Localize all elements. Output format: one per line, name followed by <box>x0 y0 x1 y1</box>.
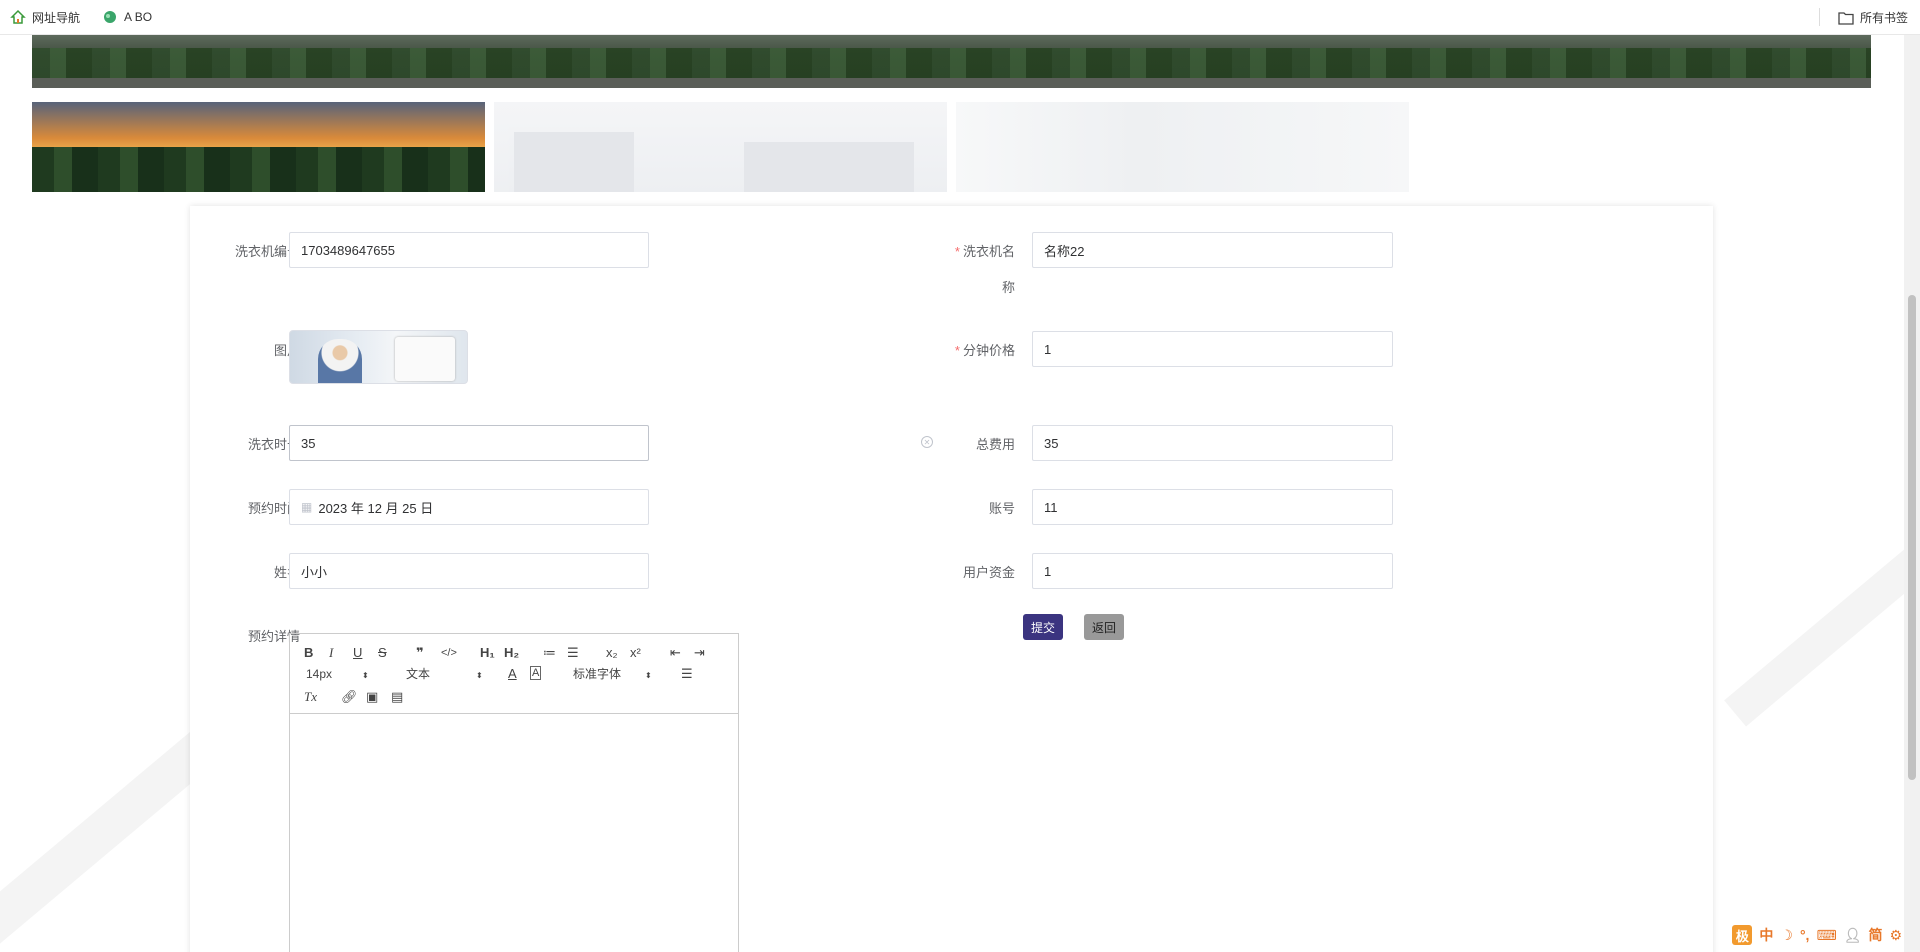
leaf-icon <box>102 9 118 25</box>
account-input[interactable]: 11 <box>1032 489 1393 525</box>
user-funds-label: 用户资金 <box>962 565 1015 580</box>
rich-text-editor: B I U S ❞ </> H₁ H₂ ≔ ☰ x₂ x² ⇤ ⇥ 14px ⬍ … <box>289 633 739 952</box>
ordered-list-icon[interactable]: ≔ <box>543 645 556 661</box>
account-label: 账号 <box>988 501 1015 516</box>
indent-icon[interactable]: ⇥ <box>694 645 705 661</box>
h2-button[interactable]: H₂ <box>504 645 519 661</box>
underline-button[interactable]: U <box>353 645 362 661</box>
punctuation-icon[interactable]: °, <box>1800 927 1810 943</box>
details-label: 预约详情 <box>247 629 300 644</box>
editor-content-area[interactable] <box>290 714 738 952</box>
price-input[interactable]: 1 <box>1032 331 1393 367</box>
submit-button[interactable]: 提交 <box>1023 614 1064 640</box>
outdent-icon[interactable]: ⇤ <box>670 645 681 661</box>
price-label: * 分钟价格 <box>954 343 1015 358</box>
h1-button[interactable]: H₁ <box>480 645 495 661</box>
bookmark-label: A BO <box>124 10 153 24</box>
folder-icon <box>1838 11 1854 25</box>
background-color-icon[interactable]: A <box>530 666 542 680</box>
header-select[interactable]: 文本 ⬍ <box>406 666 483 684</box>
all-bookmarks[interactable]: 所有书签 <box>1838 0 1908 35</box>
bold-button[interactable]: B <box>304 645 313 661</box>
user-funds-input[interactable]: 1 <box>1032 553 1393 589</box>
bookmark-nav[interactable]: 网址导航 <box>10 9 80 26</box>
page-scrollbar[interactable] <box>1904 35 1920 952</box>
subscript-button[interactable]: x₂ <box>606 645 618 661</box>
scrollbar-thumb[interactable] <box>1908 295 1916 780</box>
machine-no-input[interactable]: 1703489647655 <box>289 232 649 268</box>
bookmark-label: 网址导航 <box>32 10 81 25</box>
clean-format-button[interactable]: Tx <box>304 689 317 705</box>
moon-icon[interactable]: ☽ <box>1780 927 1793 944</box>
duration-input[interactable]: 35 <box>289 425 649 461</box>
keyboard-icon[interactable]: ⌨ <box>1816 927 1836 944</box>
link-icon[interactable]: 🔗︎ <box>341 689 358 705</box>
carousel-thumbnails <box>32 102 1409 192</box>
carousel-thumb-building[interactable] <box>494 102 947 192</box>
bg-stripe <box>1724 507 1920 727</box>
code-icon[interactable]: </> <box>441 645 457 661</box>
font-color-icon[interactable]: A <box>508 666 517 682</box>
total-input[interactable]: 35 <box>1032 425 1393 461</box>
italic-button[interactable]: I <box>329 645 333 661</box>
ime-mode[interactable]: 简 <box>1868 925 1882 945</box>
divider <box>1819 8 1820 26</box>
clear-icon[interactable]: ✕ <box>921 436 933 448</box>
calendar-icon: ▦ <box>301 500 313 514</box>
strike-button[interactable]: S <box>378 645 387 661</box>
all-bookmarks-label: 所有书签 <box>1859 11 1908 25</box>
bookmark-bar: 网址导航 A BO 所有书签 <box>0 0 1920 35</box>
bullet-list-icon[interactable]: ☰ <box>567 645 579 661</box>
bookmark-abo[interactable]: A BO <box>102 9 152 25</box>
image-label: 图片 <box>273 343 300 358</box>
name-label: 姓名 <box>273 565 300 580</box>
font-size-select[interactable]: 14px ⬍ <box>306 666 369 684</box>
machine-name-label-wrap: 称 <box>1001 280 1015 295</box>
font-family-select[interactable]: 标准字体 ⬍ <box>573 666 652 684</box>
house-icon <box>10 9 26 25</box>
machine-no-label: 洗衣机编号 <box>234 244 300 259</box>
name-input[interactable]: 小小 <box>289 553 649 589</box>
image-icon[interactable]: ▣ <box>366 689 378 705</box>
editor-toolbar: B I U S ❞ </> H₁ H₂ ≔ ☰ x₂ x² ⇤ ⇥ 14px ⬍ … <box>290 634 738 714</box>
carousel-thumb-laundry[interactable] <box>956 102 1409 192</box>
video-icon[interactable]: ▤ <box>391 689 403 705</box>
quote-icon[interactable]: ❞ <box>416 645 424 661</box>
carousel-thumb-sunset[interactable] <box>32 102 485 192</box>
ime-toolbar: 极 中 ☽ °, ⌨ 👤︎ 简 ⚙ <box>1732 924 1902 946</box>
total-label: 总费用 <box>975 437 1015 452</box>
booking-form: 洗衣机编号 1703489647655 * 洗衣机名 称 名称22 图片 * 分钟价… <box>190 206 1713 952</box>
user-icon[interactable]: 👤︎ <box>1844 927 1862 944</box>
machine-name-label: * 洗衣机名 <box>954 244 1015 259</box>
gear-icon[interactable]: ⚙ <box>1889 927 1902 944</box>
booking-time-label: 预约时间 <box>247 501 300 516</box>
duration-label: 洗衣时长 <box>247 437 300 452</box>
superscript-button[interactable]: x² <box>630 645 641 661</box>
booking-time-picker[interactable]: ▦ 2023 年 12 月 25 日 <box>289 489 649 525</box>
machine-name-input[interactable]: 名称22 <box>1032 232 1393 268</box>
banner-image <box>32 35 1871 88</box>
ime-language[interactable]: 中 <box>1759 925 1773 945</box>
ime-logo-icon[interactable]: 极 <box>1732 925 1753 945</box>
back-button[interactable]: 返回 <box>1084 614 1125 640</box>
align-icon[interactable]: ☰ <box>681 666 693 682</box>
machine-image[interactable] <box>289 330 468 384</box>
